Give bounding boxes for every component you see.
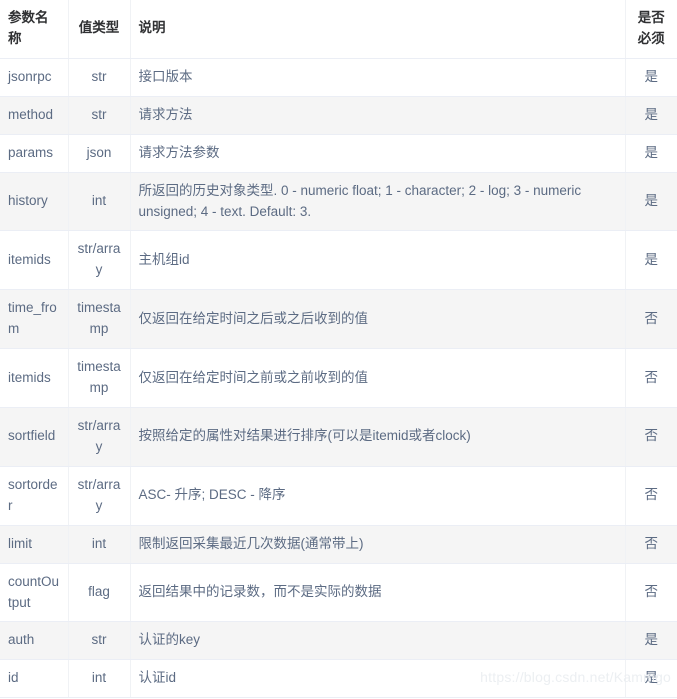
cell-value-type: str [68, 96, 131, 135]
cell-required: 否 [625, 466, 677, 526]
cell-required: 否 [625, 289, 677, 350]
cell-required: 是 [625, 172, 677, 232]
cell-value-type: str [68, 621, 131, 661]
cell-description: 限制返回采集最近几次数据(通常带上) [130, 525, 626, 564]
cell-required: 是 [625, 659, 677, 699]
cell-required: 是 [625, 230, 677, 291]
table-row: auth str 认证的key 是 [0, 621, 677, 661]
table-body: jsonrpc str 接口版本是 method str 请求方法是 params json 请… [0, 58, 677, 699]
cell-param-name: auth [0, 621, 69, 661]
column-header-description: 说明 [130, 0, 626, 59]
cell-value-type: str/array [68, 407, 131, 467]
cell-description: 所返回的历史对象类型. 0 - numeric float; 1 - chara… [130, 172, 626, 232]
table-row: itemids str/array 主机组id 是 [0, 230, 677, 291]
cell-required: 否 [625, 525, 677, 564]
table-header: 参数名称 值类型 说明 是否必须 [0, 0, 677, 59]
cell-description: 仅返回在给定时间之前或之前收到的值 [130, 348, 626, 408]
table-row: jsonrpc str 接口版本是 [0, 58, 677, 97]
cell-param-name: sortorder [0, 466, 69, 526]
table-header-row: 参数名称 值类型 说明 是否必须 [0, 0, 677, 59]
cell-description: ASC- 升序; DESC - 降序 [130, 466, 626, 526]
cell-param-name: itemids [0, 230, 69, 291]
cell-value-type: timestamp [68, 289, 131, 350]
cell-value-type: json [68, 134, 131, 173]
cell-description: 接口版本 [130, 58, 626, 97]
table-row: time_from timestamp 仅返回在给定时间之后或之后收到的值否 [0, 289, 677, 350]
cell-description: 按照给定的属性对结果进行排序(可以是itemid或者clock) [130, 407, 626, 467]
cell-value-type: str/array [68, 466, 131, 526]
table-row: history int 所返回的历史对象类型. 0 - numeric float;… [0, 172, 677, 232]
table-row: limit int 限制返回采集最近几次数据(通常带上) 否 [0, 525, 677, 564]
column-header-param-name: 参数名称 [0, 0, 69, 59]
cell-required: 否 [625, 407, 677, 467]
cell-value-type: int [68, 659, 131, 699]
table-row: id int 认证id 是 [0, 659, 677, 699]
cell-param-name: method [0, 96, 69, 135]
cell-param-name: itemids [0, 348, 69, 408]
cell-required: 是 [625, 58, 677, 97]
cell-param-name: params [0, 134, 69, 173]
table-row: method str 请求方法是 [0, 96, 677, 135]
table-row: sortorder str/array ASC- 升序; DESC - 降序否 [0, 466, 677, 526]
table-row: sortfield str/array 按照给定的属性对结果进行排序(可以是item… [0, 407, 677, 467]
cell-description: 返回结果中的记录数，而不是实际的数据 [130, 563, 626, 623]
cell-required: 否 [625, 348, 677, 408]
cell-param-name: countOutput [0, 563, 69, 623]
column-header-required: 是否必须 [625, 0, 677, 59]
cell-param-name: history [0, 172, 69, 232]
cell-param-name: jsonrpc [0, 58, 69, 97]
cell-param-name: sortfield [0, 407, 69, 467]
cell-param-name: limit [0, 525, 69, 564]
cell-param-name: time_from [0, 289, 69, 350]
table-row: countOutput flag 返回结果中的记录数，而不是实际的数据否 [0, 563, 677, 623]
cell-required: 是 [625, 134, 677, 173]
table-row: itemids timestamp 仅返回在给定时间之前或之前收到的值否 [0, 348, 677, 408]
cell-required: 是 [625, 96, 677, 135]
parameter-table: 参数名称 值类型 说明 是否必须 jsonrpc str 接口版本是 method st… [0, 0, 677, 699]
cell-description: 认证的key [130, 621, 626, 661]
table-row: params json 请求方法参数是 [0, 134, 677, 173]
cell-description: 仅返回在给定时间之后或之后收到的值 [130, 289, 626, 350]
cell-description: 请求方法参数 [130, 134, 626, 173]
cell-required: 是 [625, 621, 677, 661]
cell-value-type: int [68, 172, 131, 232]
cell-value-type: str/array [68, 230, 131, 291]
cell-description: 认证id [130, 659, 626, 699]
cell-description: 请求方法 [130, 96, 626, 135]
cell-value-type: timestamp [68, 348, 131, 408]
cell-required: 否 [625, 563, 677, 623]
column-header-value-type: 值类型 [68, 0, 131, 59]
cell-value-type: str [68, 58, 131, 97]
cell-description: 主机组id [130, 230, 626, 291]
cell-param-name: id [0, 659, 69, 699]
cell-value-type: int [68, 525, 131, 564]
cell-value-type: flag [68, 563, 131, 623]
